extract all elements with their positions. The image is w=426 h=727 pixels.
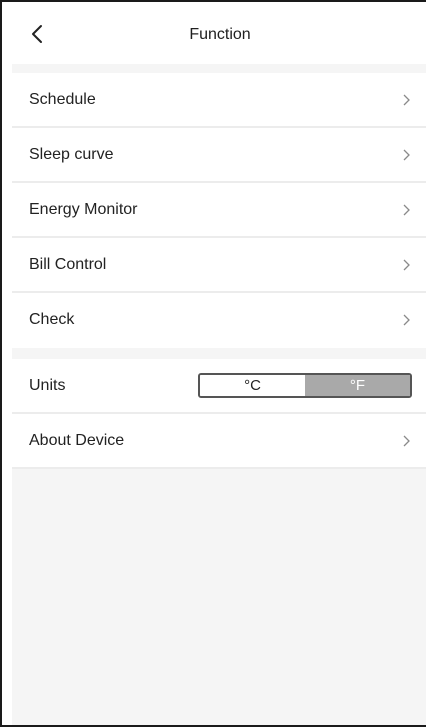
units-toggle[interactable]: °C °F (198, 373, 412, 398)
menu-item-label: Energy Monitor (29, 201, 138, 218)
function-list: Schedule Sleep curve Energy Monitor Bill… (12, 73, 426, 348)
menu-item-energy-monitor[interactable]: Energy Monitor (12, 183, 426, 238)
function-screen: Function Schedule Sleep curve Energy Mon… (0, 0, 426, 727)
celsius-option[interactable]: °C (200, 375, 305, 396)
chevron-right-icon (403, 435, 410, 447)
fahrenheit-option[interactable]: °F (305, 375, 410, 396)
menu-item-sleep-curve[interactable]: Sleep curve (12, 128, 426, 183)
menu-item-label: Schedule (29, 91, 96, 108)
page-title: Function (189, 26, 251, 43)
menu-item-label: Check (29, 311, 75, 328)
menu-item-schedule[interactable]: Schedule (12, 73, 426, 128)
section-spacer (12, 348, 426, 359)
chevron-right-icon (403, 149, 410, 161)
menu-item-bill-control[interactable]: Bill Control (12, 238, 426, 293)
menu-item-label: Sleep curve (29, 146, 114, 163)
units-label: Units (29, 377, 66, 394)
menu-item-check[interactable]: Check (12, 293, 426, 348)
units-row: Units °C °F (12, 359, 426, 414)
chevron-right-icon (403, 94, 410, 106)
chevron-right-icon (403, 259, 410, 271)
header-bar: Function (12, 10, 426, 64)
chevron-right-icon (403, 204, 410, 216)
menu-item-label: About Device (29, 432, 125, 449)
menu-item-label: Bill Control (29, 256, 107, 273)
settings-list: Units °C °F About Device (12, 359, 426, 469)
content-area: Schedule Sleep curve Energy Monitor Bill… (12, 64, 426, 725)
section-spacer (12, 64, 426, 73)
menu-item-about-device[interactable]: About Device (12, 414, 426, 469)
chevron-right-icon (403, 314, 410, 326)
